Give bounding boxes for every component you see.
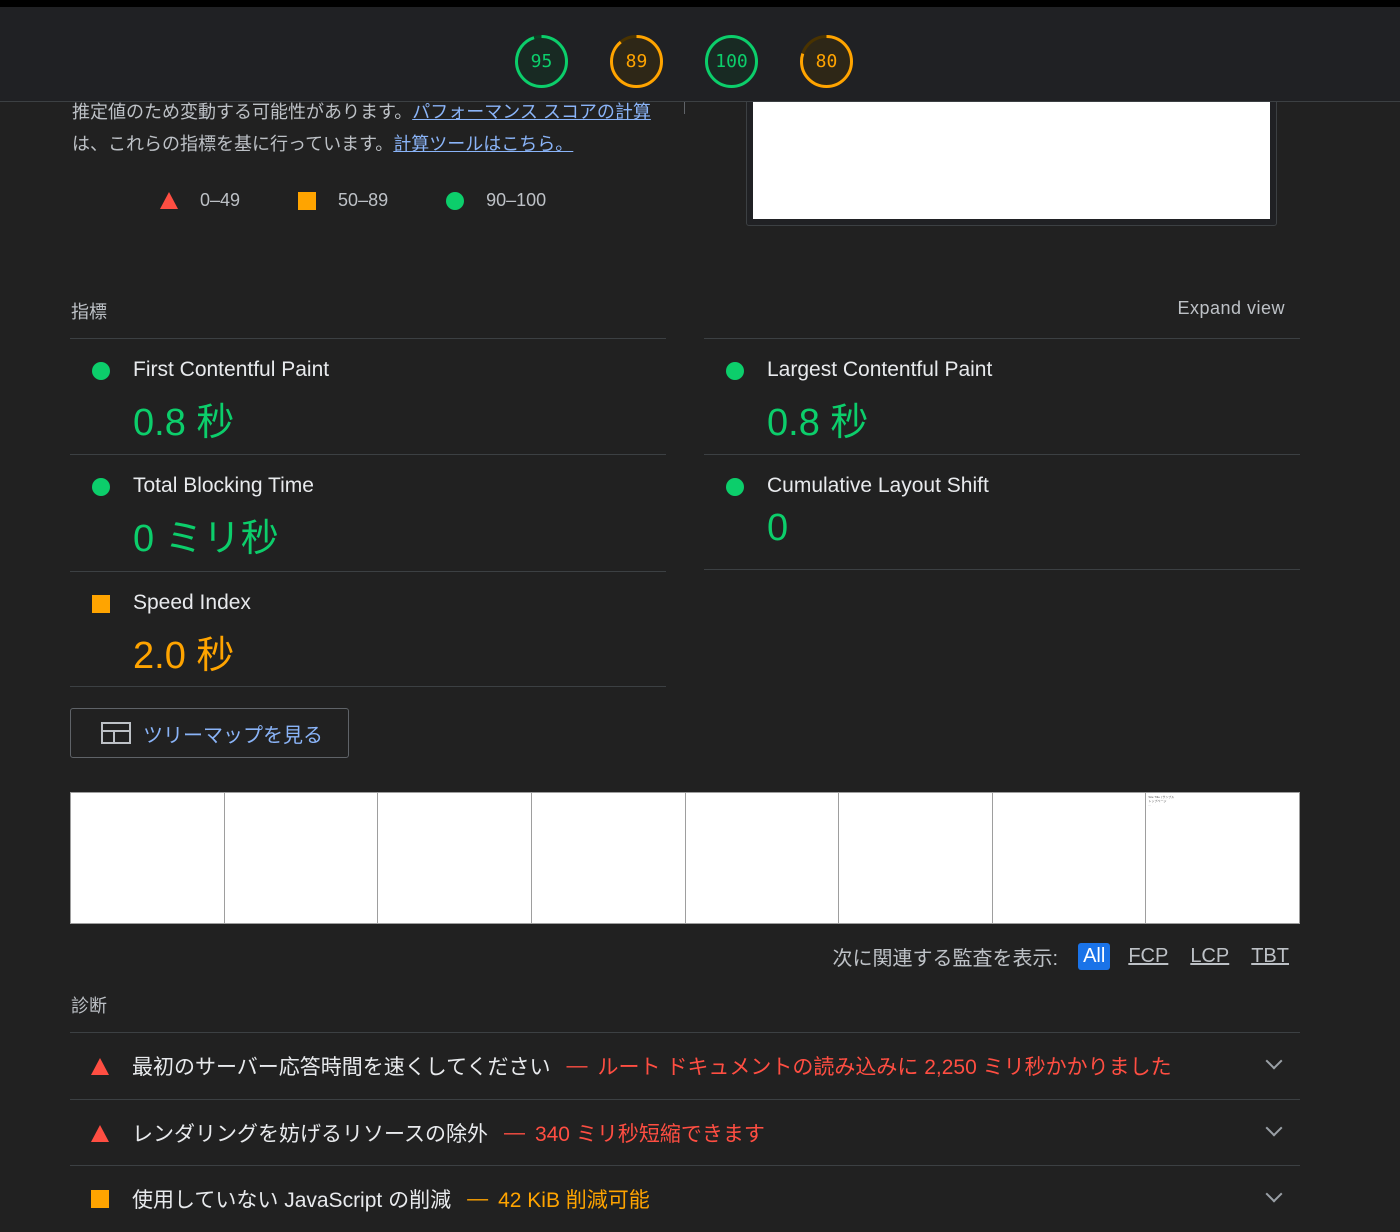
audit-detail: 42 KiB 削減可能 [498, 1189, 650, 1212]
gauge-accessibility[interactable]: 89 [609, 34, 664, 89]
audit-separator: — [467, 1187, 489, 1210]
metric-name: Largest Contentful Paint [767, 358, 993, 381]
filmstrip-frame [531, 793, 686, 923]
metric-value: 0.8 秒 [133, 402, 235, 444]
average-icon-wrap [68, 1190, 132, 1208]
metric-value: 0 [767, 507, 789, 549]
frame-page-text: Site Title | サンプル トップページ ... [1148, 795, 1175, 807]
filmstrip: Site Title | サンプル トップページ ... [70, 792, 1300, 924]
fail-icon [91, 1057, 109, 1075]
pass-icon [726, 362, 744, 380]
score-calculation-link[interactable]: パフォーマンス スコアの計算 [412, 102, 651, 122]
filmstrip-frame [224, 793, 379, 923]
score-legend: 0–49 50–89 90–100 [160, 190, 604, 211]
legend-average: 50–89 [298, 190, 388, 211]
pass-icon [726, 478, 744, 496]
audit-separator: — [503, 1121, 525, 1144]
metric-value: 0 ミリ秒 [133, 518, 279, 560]
score-header: 95 89 100 80 [0, 0, 1400, 102]
pass-icon [92, 362, 110, 380]
fail-icon-wrap [68, 1124, 132, 1142]
triangle-icon [160, 192, 178, 209]
column-divider [684, 102, 685, 114]
filmstrip-frame: Site Title | サンプル トップページ ... [1146, 793, 1299, 923]
score-intro-text: 推定値のため変動する可能性があります。パフォーマンス スコアの計算は、これらの指… [72, 96, 662, 160]
filmstrip-frame [685, 793, 840, 923]
legend-label: 0–49 [200, 190, 241, 210]
diagnostics-title: 診断 [71, 996, 107, 1016]
metric-value: 0.8 秒 [767, 402, 869, 444]
intro-text-1: 推定値のため変動する可能性があります。 [72, 102, 413, 122]
filter-chip-tbt[interactable]: TBT [1247, 943, 1293, 970]
filmstrip-frame [378, 793, 532, 923]
audit-separator: — [566, 1054, 588, 1077]
filter-chip-lcp[interactable]: LCP [1186, 943, 1233, 970]
fail-icon-wrap [68, 1057, 132, 1075]
legend-fail: 0–49 [160, 190, 240, 211]
circle-icon [446, 191, 465, 210]
audit-title: レンダリングを妨げるリソースの除外 [132, 1123, 488, 1146]
gauge-score: 80 [815, 51, 838, 72]
metric-name: Cumulative Layout Shift [767, 474, 989, 497]
calculator-link[interactable]: 計算ツールはこちら。 [393, 134, 573, 154]
square-icon [298, 191, 317, 210]
metric-value: 2.0 秒 [133, 635, 235, 677]
legend-pass: 90–100 [446, 190, 546, 211]
metric-speed-index: Speed Index 2.0 秒 [70, 571, 666, 686]
metric-fcp: First Contentful Paint 0.8 秒 [70, 338, 666, 453]
metric-divider [70, 686, 666, 687]
filter-label: 次に関連する監査を表示: [832, 948, 1059, 970]
metric-tbt: Total Blocking Time 0 ミリ秒 [70, 454, 666, 569]
view-treemap-button[interactable]: ツリーマップを見る [70, 708, 349, 758]
gauge-seo[interactable]: 80 [799, 34, 854, 89]
audit-detail: 340 ミリ秒短縮できます [534, 1123, 765, 1146]
chevron-down-icon[interactable] [1265, 1185, 1283, 1203]
filmstrip-frame [839, 793, 993, 923]
audit-unused-js[interactable]: 使用していない JavaScript の削減 — 42 KiB 削減可能 [70, 1165, 1300, 1232]
metric-divider [704, 569, 1300, 570]
fail-icon [91, 1124, 109, 1142]
treemap-icon [101, 722, 131, 744]
average-icon [92, 595, 110, 613]
score-gauges: 95 89 100 80 [514, 34, 854, 89]
filmstrip-frame [71, 793, 225, 923]
gauge-best-practices[interactable]: 100 [704, 34, 759, 89]
metric-name: Total Blocking Time [133, 474, 314, 497]
treemap-label: ツリーマップを見る [143, 724, 323, 747]
metrics-title: 指標 [71, 302, 107, 322]
audit-server-response[interactable]: 最初のサーバー応答時間を速くしてください — ルート ドキュメントの読み込みに … [70, 1032, 1300, 1099]
metric-name: First Contentful Paint [133, 358, 330, 381]
legend-label: 90–100 [486, 190, 547, 210]
gauge-score: 100 [715, 51, 748, 72]
audit-title: 最初のサーバー応答時間を速くしてください [132, 1056, 551, 1079]
filter-chip-fcp[interactable]: FCP [1124, 943, 1172, 970]
filmstrip-frame [992, 793, 1147, 923]
expand-view-toggle[interactable]: Expand view [1177, 298, 1285, 319]
gauge-performance[interactable]: 95 [514, 34, 569, 89]
audit-detail: ルート ドキュメントの読み込みに 2,250 ミリ秒かかりました [597, 1056, 1172, 1079]
audit-render-blocking[interactable]: レンダリングを妨げるリソースの除外 — 340 ミリ秒短縮できます [70, 1099, 1300, 1166]
filter-chip-all[interactable]: All [1078, 943, 1111, 970]
chevron-down-icon[interactable] [1265, 1052, 1283, 1070]
pass-icon [92, 478, 110, 496]
metric-lcp: Largest Contentful Paint 0.8 秒 [704, 338, 1300, 453]
audit-filter: 次に関連する監査を表示: All FCP LCP TBT [833, 942, 1293, 971]
gauge-score: 89 [625, 51, 648, 72]
average-icon [91, 1190, 109, 1208]
chevron-down-icon[interactable] [1265, 1119, 1283, 1137]
metric-cls: Cumulative Layout Shift 0 [704, 454, 1300, 569]
intro-text-2: は、これらの指標を基に行っています。 [72, 134, 394, 154]
metric-name: Speed Index [133, 591, 251, 614]
legend-label: 50–89 [338, 190, 389, 210]
audit-title: 使用していない JavaScript の削減 [132, 1189, 452, 1212]
gauge-score: 95 [530, 51, 553, 72]
